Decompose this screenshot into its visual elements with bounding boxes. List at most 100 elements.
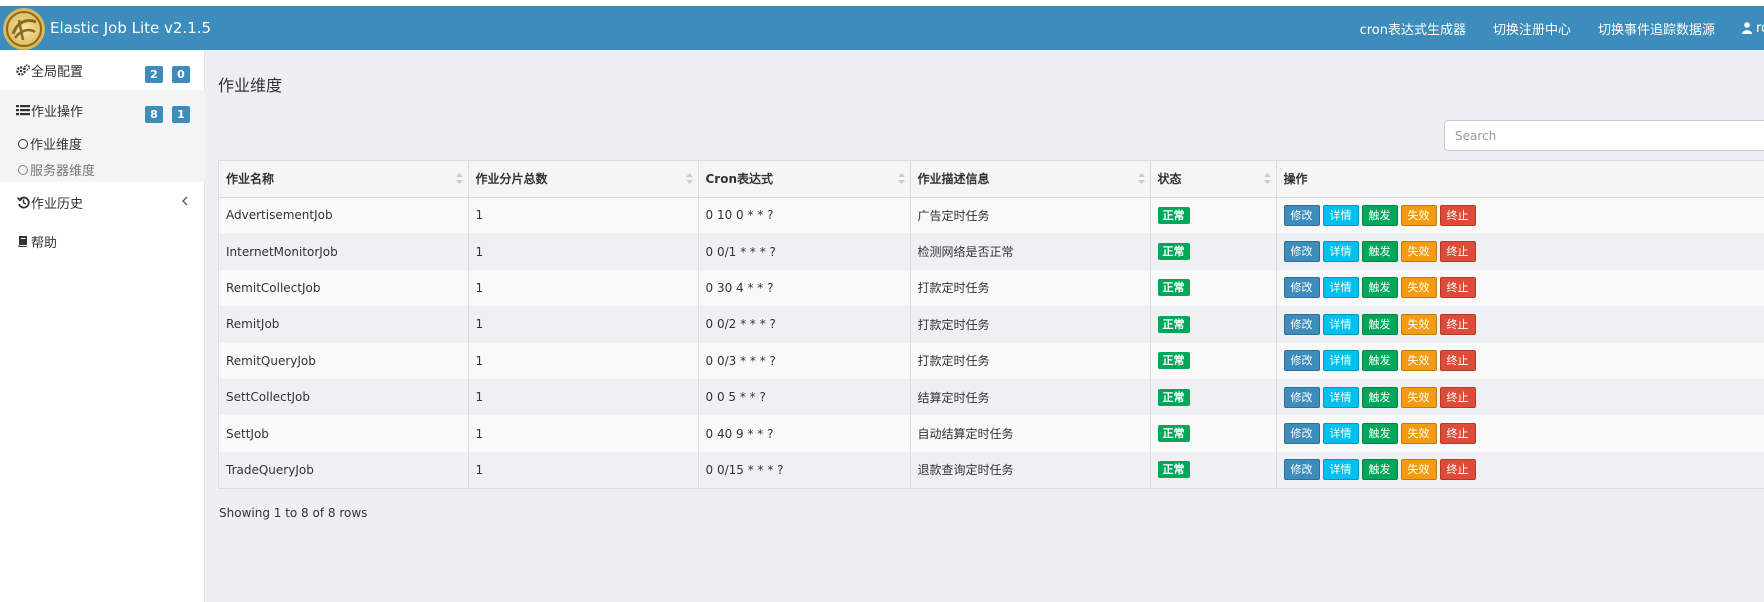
cron-cell: 0 0/2 * * * ? xyxy=(698,306,911,343)
modify-button[interactable]: 修改 xyxy=(1283,241,1320,263)
actions-cell: 修改 详情 触发 失效 终止 xyxy=(1276,306,1764,343)
sidebar-item-job-history[interactable]: 作业历史 xyxy=(0,182,205,222)
table-row: RemitQueryJob 1 0 0/3 * * * ? 打款定时任务 正常 … xyxy=(219,342,1764,379)
disable-button[interactable]: 失效 xyxy=(1400,241,1437,263)
table-row: InternetMonitorJob 1 0 0/1 * * * ? 检测网络是… xyxy=(219,233,1764,270)
disable-button[interactable]: 失效 xyxy=(1400,350,1437,372)
sidebar-subitem-server-dimension[interactable]: 服务器维度 xyxy=(18,160,95,179)
status-badge: 正常 xyxy=(1157,315,1190,333)
nav-switch-registry[interactable]: 切换注册中心 xyxy=(1493,19,1571,38)
column-header-cron[interactable]: Cron表达式 xyxy=(698,161,911,198)
description-cell: 自动结算定时任务 xyxy=(910,415,1151,452)
modify-button[interactable]: 修改 xyxy=(1283,204,1320,226)
page-title: 作业维度 xyxy=(218,76,283,95)
app-title[interactable]: Elastic Job Lite v2.1.5 xyxy=(50,6,211,50)
actions-cell: 修改 详情 触发 失效 终止 xyxy=(1276,269,1764,307)
circle-icon xyxy=(18,138,28,149)
sort-icon xyxy=(455,173,463,187)
modify-button[interactable]: 修改 xyxy=(1283,277,1320,299)
nav-switch-event-trace[interactable]: 切换事件追踪数据源 xyxy=(1598,19,1715,38)
description-cell: 广告定时任务 xyxy=(910,197,1151,234)
disable-button[interactable]: 失效 xyxy=(1400,386,1437,408)
trigger-button[interactable]: 触发 xyxy=(1361,313,1398,335)
column-header-description[interactable]: 作业描述信息 xyxy=(910,161,1151,198)
search-input[interactable] xyxy=(1444,120,1764,151)
modify-button[interactable]: 修改 xyxy=(1283,386,1320,408)
trigger-button[interactable]: 触发 xyxy=(1361,386,1398,408)
detail-button[interactable]: 详情 xyxy=(1322,350,1359,372)
sidebar-subitem-label: 作业维度 xyxy=(30,138,83,153)
sidebar-item-job-ops[interactable]: 作业操作 8 1 xyxy=(0,90,205,130)
cron-cell: 0 40 9 * * ? xyxy=(698,415,911,452)
status-cell: 正常 xyxy=(1150,233,1277,270)
detail-button[interactable]: 详情 xyxy=(1322,313,1359,335)
sort-icon xyxy=(1263,173,1271,187)
disable-button[interactable]: 失效 xyxy=(1400,313,1437,335)
trigger-button[interactable]: 触发 xyxy=(1361,241,1398,263)
sidebar-item-label: 作业操作 xyxy=(31,104,84,120)
table-row: RemitCollectJob 1 0 30 4 * * ? 打款定时任务 正常… xyxy=(219,269,1764,307)
logo-icon xyxy=(6,11,42,47)
cron-cell: 0 30 4 * * ? xyxy=(698,269,911,307)
user-menu[interactable]: root xyxy=(1742,21,1764,36)
detail-button[interactable]: 详情 xyxy=(1322,423,1359,445)
status-badge: 正常 xyxy=(1157,388,1190,406)
sidebar-item-label: 全局配置 xyxy=(31,64,84,80)
table-row: AdvertisementJob 1 0 10 0 * * ? 广告定时任务 正… xyxy=(219,197,1764,234)
shutdown-button[interactable]: 终止 xyxy=(1439,241,1476,263)
header-nav: cron表达式生成器 切换注册中心 切换事件追踪数据源 root xyxy=(1360,6,1764,50)
disable-button[interactable]: 失效 xyxy=(1400,277,1437,299)
shutdown-button[interactable]: 终止 xyxy=(1439,277,1476,299)
detail-button[interactable]: 详情 xyxy=(1322,277,1359,299)
status-cell: 正常 xyxy=(1150,415,1277,452)
sidebar-subitem-job-dimension[interactable]: 作业维度 xyxy=(18,134,82,153)
sidebar-item-help[interactable]: 帮助 xyxy=(0,221,205,261)
chevron-left-icon[interactable] xyxy=(181,195,189,211)
status-badge: 正常 xyxy=(1157,352,1190,370)
actions-cell: 修改 详情 触发 失效 终止 xyxy=(1276,197,1764,234)
column-header-shards[interactable]: 作业分片总数 xyxy=(468,161,699,198)
top-navbar: Elastic Job Lite v2.1.5 cron表达式生成器 切换注册中… xyxy=(0,6,1764,50)
trigger-button[interactable]: 触发 xyxy=(1361,459,1398,481)
column-header-status[interactable]: 状态 xyxy=(1150,161,1277,198)
trigger-button[interactable]: 触发 xyxy=(1361,277,1398,299)
nav-cron-generator[interactable]: cron表达式生成器 xyxy=(1360,19,1466,38)
shards-cell: 1 xyxy=(468,342,699,379)
disable-button[interactable]: 失效 xyxy=(1400,204,1437,226)
status-badge: 正常 xyxy=(1157,425,1190,443)
modify-button[interactable]: 修改 xyxy=(1283,350,1320,372)
column-header-name[interactable]: 作业名称 xyxy=(219,161,469,198)
shards-cell: 1 xyxy=(468,269,699,307)
detail-button[interactable]: 详情 xyxy=(1322,204,1359,226)
disable-button[interactable]: 失效 xyxy=(1400,423,1437,445)
shutdown-button[interactable]: 终止 xyxy=(1439,423,1476,445)
disable-button[interactable]: 失效 xyxy=(1400,459,1437,481)
table-body: AdvertisementJob 1 0 10 0 * * ? 广告定时任务 正… xyxy=(219,197,1764,489)
shutdown-button[interactable]: 终止 xyxy=(1439,204,1476,226)
modify-button[interactable]: 修改 xyxy=(1283,459,1320,481)
pagination-info: Showing 1 to 8 of 8 rows xyxy=(219,506,368,520)
user-icon xyxy=(1742,22,1752,34)
trigger-button[interactable]: 触发 xyxy=(1361,350,1398,372)
sidebar-item-global-config[interactable]: 全局配置 2 0 xyxy=(0,50,205,90)
shutdown-button[interactable]: 终止 xyxy=(1439,313,1476,335)
modify-button[interactable]: 修改 xyxy=(1283,423,1320,445)
actions-cell: 修改 详情 触发 失效 终止 xyxy=(1276,342,1764,379)
table-row: SettCollectJob 1 0 0 5 * * ? 结算定时任务 正常 修… xyxy=(219,378,1764,416)
modify-button[interactable]: 修改 xyxy=(1283,313,1320,335)
description-cell: 打款定时任务 xyxy=(910,342,1151,379)
trigger-button[interactable]: 触发 xyxy=(1361,423,1398,445)
detail-button[interactable]: 详情 xyxy=(1322,241,1359,263)
shutdown-button[interactable]: 终止 xyxy=(1439,350,1476,372)
cron-cell: 0 10 0 * * ? xyxy=(698,197,911,234)
shutdown-button[interactable]: 终止 xyxy=(1439,459,1476,481)
shutdown-button[interactable]: 终止 xyxy=(1439,386,1476,408)
user-name: root xyxy=(1756,20,1764,36)
elastic-job-logo[interactable] xyxy=(3,8,45,50)
actions-cell: 修改 详情 触发 失效 终止 xyxy=(1276,451,1764,489)
trigger-button[interactable]: 触发 xyxy=(1361,204,1398,226)
status-badge: 正常 xyxy=(1157,461,1190,479)
detail-button[interactable]: 详情 xyxy=(1322,386,1359,408)
status-badge: 正常 xyxy=(1157,279,1190,297)
detail-button[interactable]: 详情 xyxy=(1322,459,1359,481)
